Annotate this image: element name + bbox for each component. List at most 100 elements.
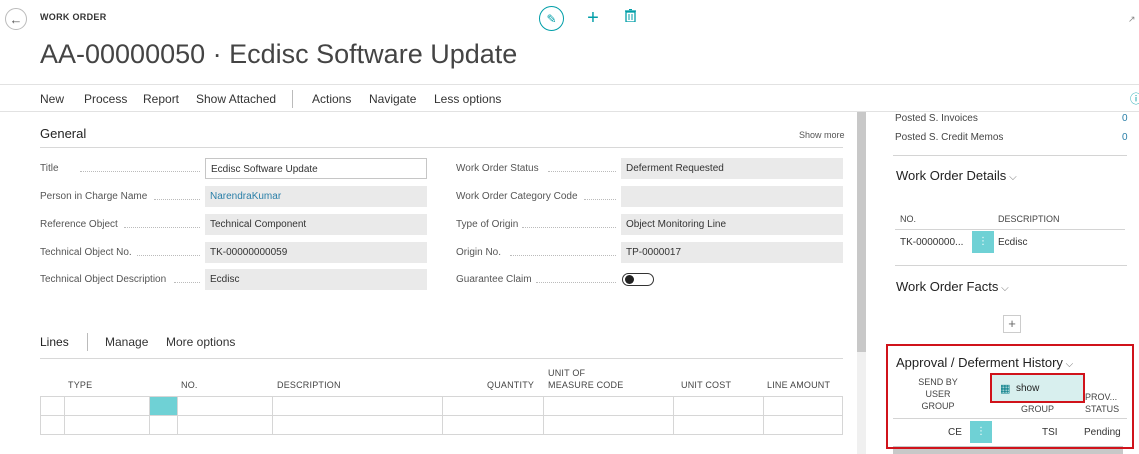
- row-action-cell[interactable]: [150, 416, 178, 435]
- lines-heading[interactable]: Lines: [40, 335, 69, 349]
- back-button[interactable]: ←: [5, 8, 27, 30]
- work-order-details-title[interactable]: Work Order Details ⌵: [896, 168, 1017, 183]
- action-show-attached[interactable]: Show Attached: [196, 92, 276, 106]
- field-label-title: Title: [40, 163, 59, 174]
- new-button[interactable]: +: [584, 6, 602, 30]
- action-actions[interactable]: Actions: [312, 92, 351, 106]
- type-cell[interactable]: [65, 397, 150, 416]
- column-header-no[interactable]: NO.: [181, 379, 198, 391]
- person-in-charge-field[interactable]: NarendraKumar: [205, 186, 427, 207]
- expand-icon: ↗: [1128, 14, 1136, 24]
- divider: [895, 229, 1125, 230]
- field-label-guarantee-claim: Guarantee Claim: [456, 274, 532, 285]
- work-order-details-label: Work Order Details: [896, 168, 1007, 183]
- technical-object-description-field[interactable]: Ecdisc: [205, 269, 427, 290]
- show-icon: ▦: [1000, 383, 1011, 395]
- add-fact-button[interactable]: +: [1003, 315, 1021, 333]
- dotted-leader: [80, 171, 200, 172]
- title-field[interactable]: Ecdisc Software Update: [205, 158, 427, 179]
- description-cell[interactable]: [273, 397, 443, 416]
- work-order-facts-label: Work Order Facts: [896, 279, 999, 294]
- dotted-leader: [548, 171, 616, 172]
- quantity-cell[interactable]: [443, 397, 544, 416]
- details-column-description[interactable]: DESCRIPTION: [998, 213, 1060, 225]
- technical-object-no-field[interactable]: TK-00000000059: [205, 242, 427, 263]
- delete-button[interactable]: [623, 8, 637, 25]
- pencil-icon: ✎: [546, 11, 557, 26]
- lines-separator: [87, 333, 88, 351]
- column-header-type[interactable]: TYPE: [68, 379, 92, 391]
- work-order-facts-title[interactable]: Work Order Facts ⌵: [896, 279, 1009, 294]
- show-label: show: [1016, 383, 1040, 394]
- reference-object-field[interactable]: Technical Component: [205, 214, 427, 235]
- column-header-unit-cost[interactable]: UNIT COST: [681, 379, 731, 391]
- action-process[interactable]: Process: [84, 92, 127, 106]
- unit-of-measure-cell[interactable]: [544, 397, 674, 416]
- column-header-description[interactable]: DESCRIPTION: [277, 379, 341, 391]
- field-label-technical-object-no: Technical Object No.: [40, 247, 132, 258]
- field-label-work-order-status: Work Order Status: [456, 163, 539, 174]
- lines-more-options-button[interactable]: More options: [166, 335, 235, 349]
- trash-icon: [624, 8, 636, 23]
- guarantee-claim-toggle[interactable]: [622, 273, 654, 286]
- description-cell[interactable]: [273, 416, 443, 435]
- posted-invoices-label: Posted S. Invoices: [895, 113, 978, 124]
- no-cell[interactable]: [178, 397, 273, 416]
- field-label-work-order-category-code: Work Order Category Code: [456, 191, 578, 202]
- dotted-leader: [154, 199, 200, 200]
- row-selector-cell[interactable]: [40, 397, 65, 416]
- unit-cost-cell[interactable]: [674, 416, 764, 435]
- type-of-origin-field[interactable]: Object Monitoring Line: [621, 214, 843, 235]
- page-title: AA-00000050 · Ecdisc Software Update: [40, 39, 518, 69]
- chevron-down-icon: ⌵: [998, 283, 1009, 294]
- details-description-cell[interactable]: Ecdisc: [998, 237, 1027, 248]
- line-amount-cell[interactable]: [764, 416, 843, 435]
- divider: [895, 265, 1127, 266]
- no-cell[interactable]: [178, 416, 273, 435]
- info-icon[interactable]: ⓘ: [1130, 90, 1139, 107]
- quantity-cell[interactable]: [443, 416, 544, 435]
- work-order-category-code-field[interactable]: [621, 186, 843, 207]
- action-report[interactable]: Report: [143, 92, 179, 106]
- type-cell[interactable]: [65, 416, 150, 435]
- divider: [893, 155, 1127, 156]
- field-label-person: Person in Charge Name: [40, 191, 148, 202]
- show-more-link[interactable]: Show more: [799, 130, 845, 140]
- action-navigate[interactable]: Navigate: [369, 92, 416, 106]
- chevron-down-icon: ⌵: [1006, 172, 1017, 183]
- column-header-unit-of-measure-code[interactable]: UNIT OF MEASURE CODE: [548, 367, 623, 391]
- details-no-cell[interactable]: TK-0000000...: [900, 237, 963, 248]
- posted-credit-memos-value[interactable]: 0: [1122, 132, 1128, 143]
- column-header-line-amount[interactable]: LINE AMOUNT: [767, 379, 830, 391]
- field-label-reference-object: Reference Object: [40, 219, 118, 230]
- column-header-quantity[interactable]: QUANTITY: [487, 379, 534, 391]
- expand-button[interactable]: ↗: [1128, 14, 1136, 25]
- plus-icon: +: [587, 7, 599, 29]
- general-heading[interactable]: General: [40, 126, 86, 141]
- scrollbar-thumb[interactable]: [857, 112, 866, 352]
- toggle-knob: [625, 275, 634, 284]
- dotted-leader: [584, 199, 616, 200]
- unit-of-measure-cell[interactable]: [544, 416, 674, 435]
- details-column-no[interactable]: NO.: [900, 213, 916, 225]
- lines-manage-button[interactable]: Manage: [105, 335, 148, 349]
- action-new[interactable]: New: [40, 92, 64, 106]
- action-less-options[interactable]: Less options: [434, 92, 501, 106]
- work-order-status-field[interactable]: Deferment Requested: [621, 158, 843, 179]
- dotted-leader: [510, 255, 616, 256]
- origin-no-field[interactable]: TP-0000017: [621, 242, 843, 263]
- row-action-cell[interactable]: ⋮: [972, 231, 994, 253]
- dotted-leader: [124, 227, 200, 228]
- action-separator: [292, 90, 293, 108]
- page-caption: WORK ORDER: [40, 12, 107, 22]
- edit-button[interactable]: ✎: [539, 6, 564, 31]
- divider: [40, 147, 843, 148]
- posted-invoices-value[interactable]: 0: [1122, 113, 1128, 124]
- dotted-leader: [536, 282, 616, 283]
- line-amount-cell[interactable]: [764, 397, 843, 416]
- row-action-cell[interactable]: [150, 397, 178, 416]
- row-selector-cell[interactable]: [40, 416, 65, 435]
- unit-cost-cell[interactable]: [674, 397, 764, 416]
- show-action-popup[interactable]: ▦ show: [990, 373, 1085, 403]
- posted-credit-memos-label: Posted S. Credit Memos: [895, 132, 1004, 143]
